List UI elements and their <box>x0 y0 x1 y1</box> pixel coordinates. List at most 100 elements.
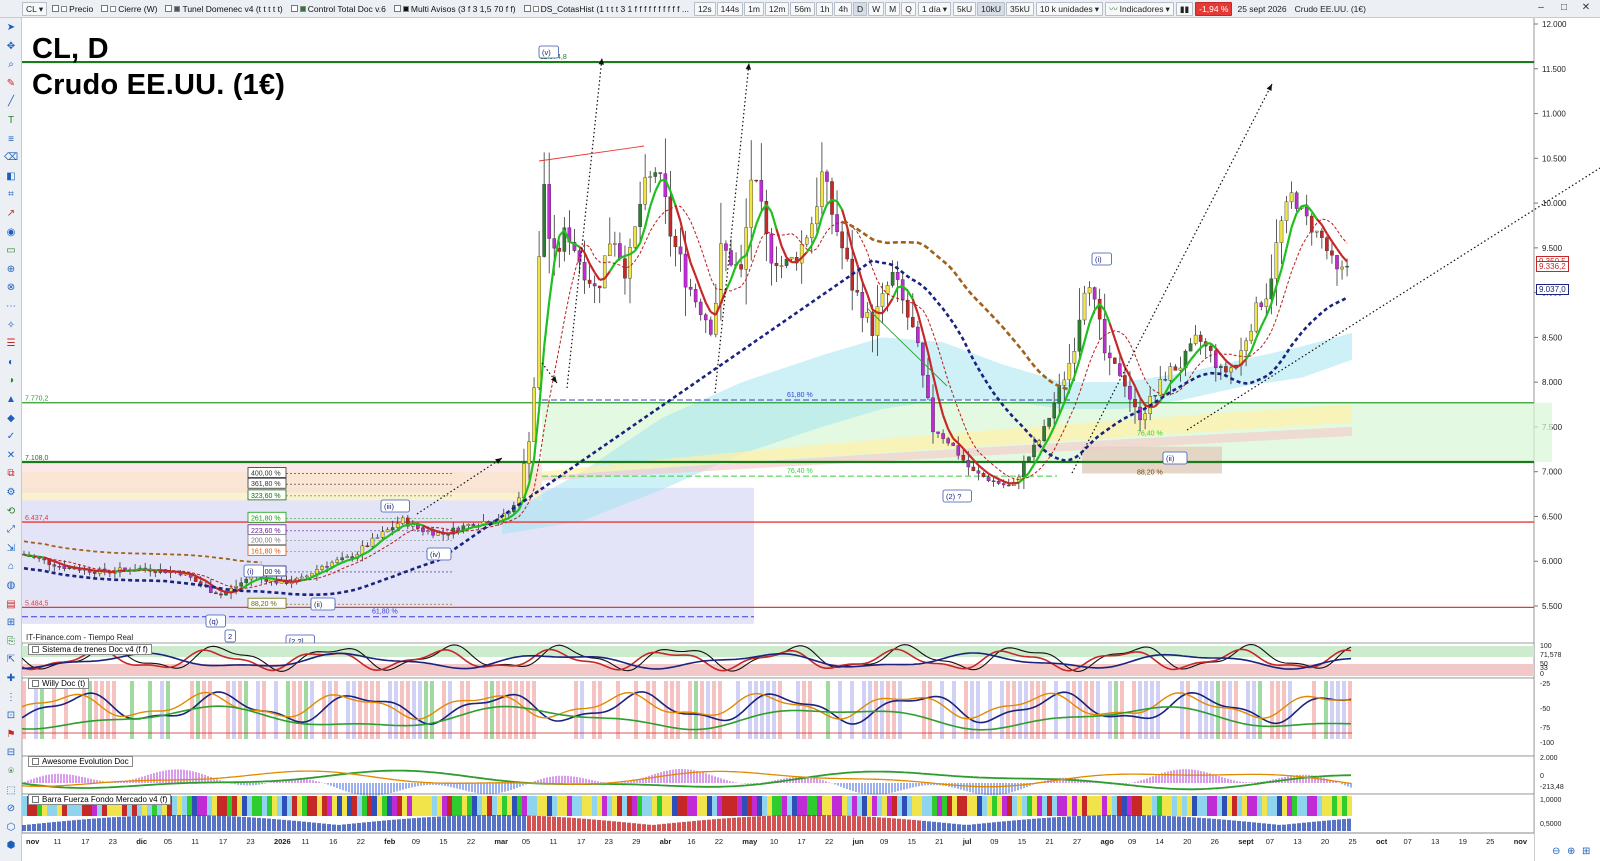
tool-38-icon[interactable]: ⚑ <box>4 729 18 741</box>
timeframe-button-4h[interactable]: 4h <box>834 1 852 16</box>
overlay-indicator-2[interactable]: Tunel Domenec v4 (t t t t t) <box>162 3 285 15</box>
tool-25-icon[interactable]: ⚙ <box>4 487 18 499</box>
timeframe-button-12s[interactable]: 12s <box>693 1 716 16</box>
tool-17-icon[interactable]: ☰ <box>4 338 18 350</box>
indicators-button[interactable]: 〰 Indicadores ▾ <box>1105 1 1174 16</box>
timeframe-button-12m[interactable]: 12m <box>764 1 790 16</box>
force-histogram <box>357 822 361 831</box>
timeframe-button-M[interactable]: M <box>885 1 901 16</box>
zoom-icon[interactable]: ⌕ <box>4 59 18 71</box>
tool-27-icon[interactable]: ⤢ <box>4 524 18 536</box>
tool-33-icon[interactable]: ⎘ <box>4 636 18 648</box>
close-icon[interactable]: ✕ <box>1580 2 1592 14</box>
tool-41-icon[interactable]: ⬚ <box>4 785 18 797</box>
checkbox-icon[interactable] <box>393 5 401 12</box>
draw-icon[interactable]: ✎ <box>4 78 18 90</box>
checkbox-icon[interactable] <box>290 5 298 12</box>
force-histogram <box>377 821 381 831</box>
crosshair-icon[interactable]: ✥ <box>4 41 18 53</box>
tool-35-icon[interactable]: ✚ <box>4 673 18 685</box>
pause-button[interactable]: ▮▮ <box>1175 1 1194 16</box>
tool-11-icon[interactable]: ◉ <box>4 227 18 239</box>
checkbox-icon[interactable] <box>165 5 173 12</box>
timeframe-button-144s[interactable]: 144s <box>716 1 744 16</box>
text-icon[interactable]: T <box>4 115 18 127</box>
tool-19-icon[interactable]: ◑ <box>4 375 18 387</box>
units-select[interactable]: 10 k unidades ▾ <box>1035 1 1104 16</box>
candle-body <box>527 441 531 464</box>
checkbox-icon[interactable] <box>32 646 39 653</box>
checkbox-icon[interactable] <box>32 796 39 803</box>
timeframe-button-56m[interactable]: 56m <box>790 1 816 16</box>
checkbox-icon[interactable] <box>32 680 39 687</box>
tool-8-icon[interactable]: ◧ <box>4 171 18 183</box>
willy-stripe <box>274 681 278 739</box>
overlay-indicator-3[interactable]: Control Total Doc v.6 <box>288 3 389 15</box>
timeframe-button-1h[interactable]: 1h <box>816 1 834 16</box>
unit-button-35kU[interactable]: 35kU <box>1006 1 1034 16</box>
tool-14-icon[interactable]: ⊗ <box>4 282 18 294</box>
timeframe-button-1m[interactable]: 1m <box>744 1 764 16</box>
overlay-indicator-1[interactable]: Cierre (W) <box>98 3 160 15</box>
fibonacci-icon[interactable]: ≡ <box>4 134 18 146</box>
tool-32-icon[interactable]: ⊞ <box>4 617 18 629</box>
tool-31-icon[interactable]: ▤ <box>4 599 18 611</box>
tool-26-icon[interactable]: ⟲ <box>4 506 18 518</box>
tool-24-icon[interactable]: ⧉ <box>4 468 18 480</box>
line-icon[interactable]: ╱ <box>4 96 18 108</box>
tool-34-icon[interactable]: ⇱ <box>4 654 18 666</box>
force-histogram <box>687 821 691 831</box>
willy-stripe <box>346 681 350 739</box>
tool-20-icon[interactable]: ▲ <box>4 394 18 406</box>
sub-panel-name-0[interactable]: Sistema de trenes Doc v4 (f f) <box>28 644 152 655</box>
candle-body <box>865 312 870 318</box>
tool-22-icon[interactable]: ✓ <box>4 431 18 443</box>
tool-23-icon[interactable]: ✕ <box>4 450 18 462</box>
sub-panel-name-1[interactable]: Willy Doc (t) <box>28 678 90 689</box>
tool-18-icon[interactable]: ◐ <box>4 357 18 369</box>
sub-panel-name-3[interactable]: Barra Fuerza Fondo Mercado v4 (f) <box>28 794 172 805</box>
tool-42-icon[interactable]: ⊘ <box>4 803 18 815</box>
overlay-indicator-4[interactable]: Multi Avisos (3 f 3 1,5 70 f f) <box>391 3 519 15</box>
unit-button-5kU[interactable]: 5kU <box>953 1 977 16</box>
tool-39-icon[interactable]: ⊟ <box>4 747 18 759</box>
timeframe-button-Q[interactable]: Q <box>901 1 916 16</box>
maximize-icon[interactable]: □ <box>1558 2 1570 14</box>
sub-panel-name-2[interactable]: Awesome Evolution Doc <box>28 756 133 767</box>
tool-15-icon[interactable]: ⋯ <box>4 301 18 313</box>
tool-9-icon[interactable]: ⌗ <box>4 189 18 201</box>
overlay-indicator-5[interactable]: DS_CotasHist (1 t t t 3 1 f f f f f f f … <box>521 3 692 15</box>
tool-21-icon[interactable]: ◆ <box>4 413 18 425</box>
timeframe-button-W[interactable]: W <box>868 1 885 16</box>
candle-body <box>582 262 587 281</box>
checkbox-icon[interactable] <box>52 5 60 12</box>
minimize-icon[interactable]: – <box>1535 2 1547 14</box>
overlay-indicator-0[interactable]: Precio <box>49 3 96 15</box>
tool-12-icon[interactable]: ▭ <box>4 245 18 257</box>
tool-40-icon[interactable]: ⍟ <box>4 766 18 778</box>
delete-icon[interactable]: ⌫ <box>4 152 18 164</box>
checkbox-icon[interactable] <box>523 5 531 12</box>
tool-36-icon[interactable]: ⋮ <box>4 692 18 704</box>
tool-37-icon[interactable]: ⊡ <box>4 710 18 722</box>
candle-body <box>703 314 708 321</box>
checkbox-icon[interactable] <box>32 758 39 765</box>
tool-44-icon[interactable]: ⬢ <box>4 840 18 852</box>
tool-43-icon[interactable]: ⬡ <box>4 822 18 834</box>
tool-28-icon[interactable]: ⇲ <box>4 543 18 555</box>
unit-button-10kU[interactable]: 10kU <box>977 1 1005 16</box>
tool-29-icon[interactable]: ⌂ <box>4 561 18 573</box>
force-histogram <box>1162 815 1166 831</box>
chart-area[interactable]: 12.00011.50011.00010.50010.0009.5009.000… <box>21 18 1600 861</box>
checkbox-icon[interactable] <box>101 5 109 12</box>
cursor-icon[interactable]: ➤ <box>4 22 18 34</box>
force-bar <box>312 796 317 816</box>
tool-16-icon[interactable]: ✧ <box>4 320 18 332</box>
period-select[interactable]: 1 día ▾ <box>917 1 952 16</box>
willy-stripe <box>1156 681 1160 739</box>
tool-13-icon[interactable]: ⊕ <box>4 264 18 276</box>
tool-30-icon[interactable]: ◍ <box>4 580 18 592</box>
timeframe-button-D[interactable]: D <box>852 1 868 16</box>
tool-10-icon[interactable]: ↗ <box>4 208 18 220</box>
symbol-select[interactable]: CL ▾ <box>22 1 48 16</box>
